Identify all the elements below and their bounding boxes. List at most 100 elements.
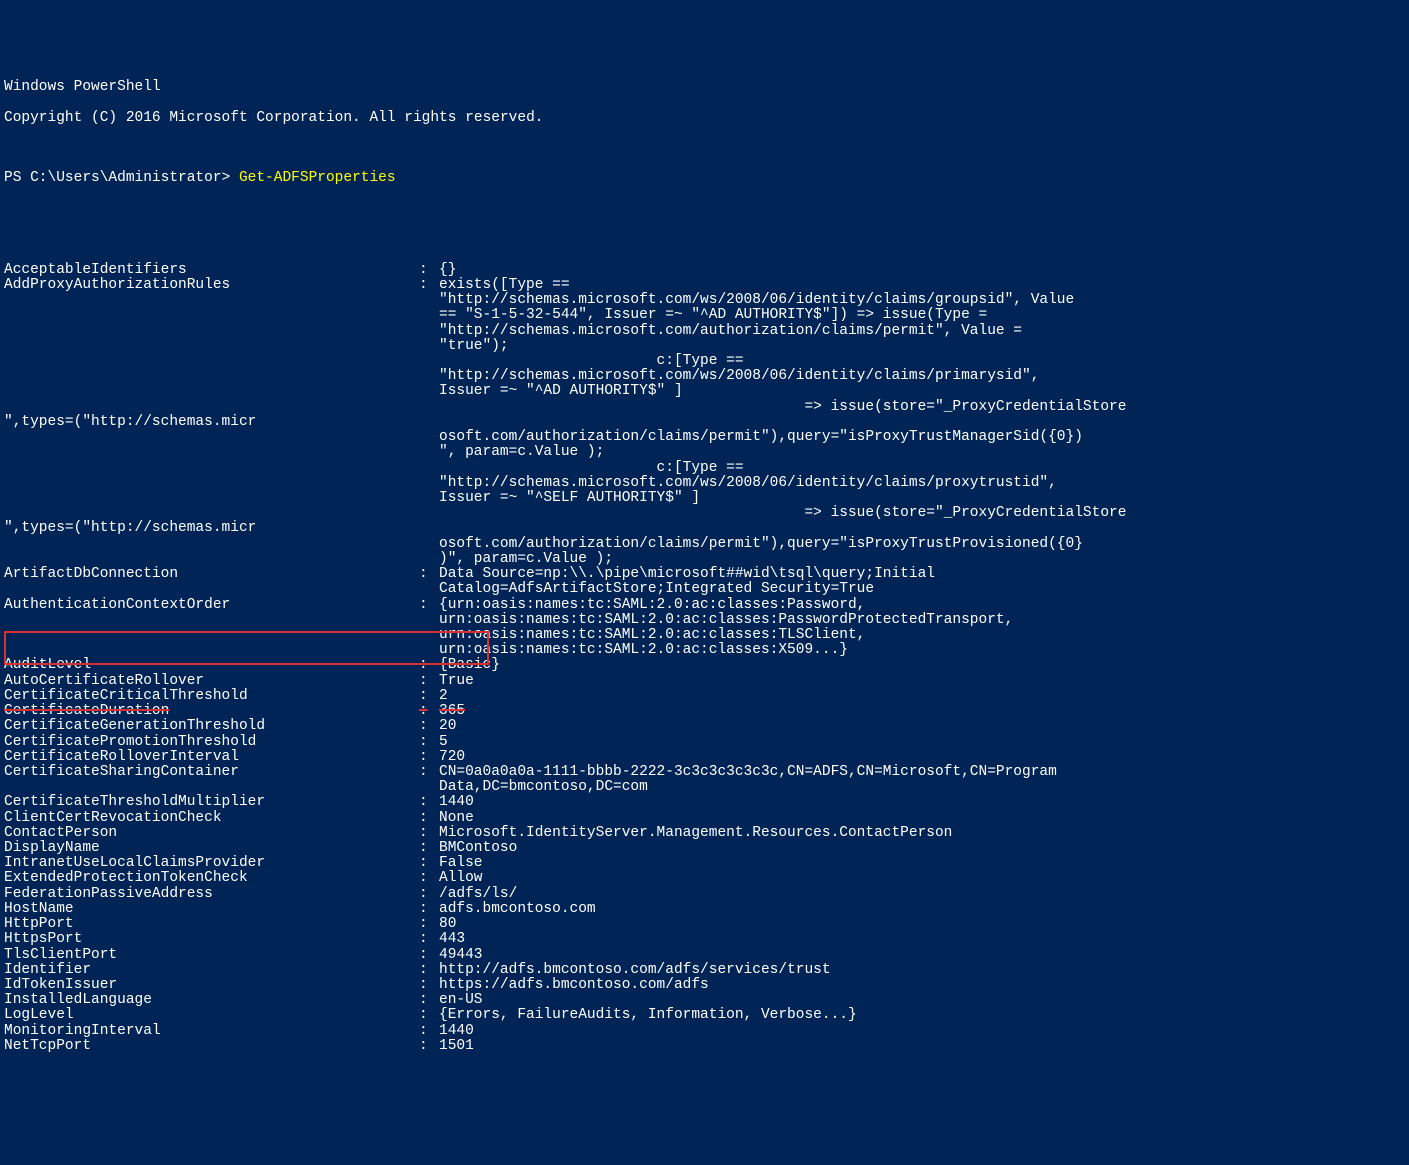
- property-value: )", param=c.Value );: [439, 552, 1405, 567]
- property-row: )", param=c.Value );: [4, 552, 1405, 567]
- property-value: 49443: [439, 948, 1405, 963]
- property-value: Issuer =~ "^SELF AUTHORITY$" ]: [439, 491, 1405, 506]
- property-key: ",types=("http://schemas.micr: [4, 521, 419, 536]
- property-colon: [419, 354, 439, 369]
- properties-list: AcceptableIdentifiers:{}AddProxyAuthoriz…: [4, 263, 1405, 1054]
- property-key: [4, 506, 419, 521]
- property-key: IntranetUseLocalClaimsProvider: [4, 856, 419, 871]
- property-value: http://adfs.bmcontoso.com/adfs/services/…: [439, 963, 1405, 978]
- property-row: IntranetUseLocalClaimsProvider:False: [4, 856, 1405, 871]
- property-value: => issue(store="_ProxyCredentialStore: [439, 506, 1405, 521]
- property-value: [439, 415, 1405, 430]
- property-colon: [419, 582, 439, 597]
- property-value: 2: [439, 689, 1405, 704]
- property-colon: :: [419, 750, 439, 765]
- property-value: 1440: [439, 1024, 1405, 1039]
- property-key: DisplayName: [4, 841, 419, 856]
- property-row: ExtendedProtectionTokenCheck:Allow: [4, 871, 1405, 886]
- property-row: CertificateDuration:365: [4, 704, 1405, 719]
- property-value: Data Source=np:\\.\pipe\microsoft##wid\t…: [439, 567, 1405, 582]
- property-colon: :: [419, 826, 439, 841]
- property-key: ",types=("http://schemas.micr: [4, 415, 419, 430]
- property-value: 20: [439, 719, 1405, 734]
- property-row: AddProxyAuthorizationRules:exists([Type …: [4, 278, 1405, 293]
- property-key: CertificateGenerationThreshold: [4, 719, 419, 734]
- property-value: {}: [439, 263, 1405, 278]
- property-colon: :: [419, 1039, 439, 1054]
- property-row: ContactPerson:Microsoft.IdentityServer.M…: [4, 826, 1405, 841]
- property-colon: [419, 384, 439, 399]
- property-key: HostName: [4, 902, 419, 917]
- property-value: "http://schemas.microsoft.com/ws/2008/06…: [439, 369, 1405, 384]
- property-colon: :: [419, 932, 439, 947]
- property-row: urn:oasis:names:tc:SAML:2.0:ac:classes:T…: [4, 628, 1405, 643]
- property-row: InstalledLanguage:en-US: [4, 993, 1405, 1008]
- property-colon: [419, 491, 439, 506]
- property-key: [4, 293, 419, 308]
- property-key: [4, 308, 419, 323]
- property-row: ArtifactDbConnection:Data Source=np:\\.\…: [4, 567, 1405, 582]
- property-value: "true");: [439, 339, 1405, 354]
- prompt-line[interactable]: PS C:\Users\Administrator> Get-ADFSPrope…: [4, 171, 1405, 186]
- property-value: BMContoso: [439, 841, 1405, 856]
- property-key: HttpPort: [4, 917, 419, 932]
- property-key: CertificateCriticalThreshold: [4, 689, 419, 704]
- property-colon: :: [419, 658, 439, 673]
- property-colon: :: [419, 856, 439, 871]
- property-colon: [419, 628, 439, 643]
- property-row: urn:oasis:names:tc:SAML:2.0:ac:classes:X…: [4, 643, 1405, 658]
- property-key: CertificateSharingContainer: [4, 765, 419, 780]
- property-row: MonitoringInterval:1440: [4, 1024, 1405, 1039]
- property-value: c:[Type ==: [439, 461, 1405, 476]
- property-value: adfs.bmcontoso.com: [439, 902, 1405, 917]
- property-value: urn:oasis:names:tc:SAML:2.0:ac:classes:P…: [439, 613, 1405, 628]
- property-colon: :: [419, 1024, 439, 1039]
- property-value: c:[Type ==: [439, 354, 1405, 369]
- property-value: Issuer =~ "^AD AUTHORITY$" ]: [439, 384, 1405, 399]
- property-value: {Errors, FailureAudits, Information, Ver…: [439, 1008, 1405, 1023]
- property-value: osoft.com/authorization/claims/permit"),…: [439, 430, 1405, 445]
- property-colon: :: [419, 795, 439, 810]
- blank-line: [4, 202, 1405, 217]
- property-colon: :: [419, 871, 439, 886]
- property-colon: :: [419, 567, 439, 582]
- property-colon: [419, 324, 439, 339]
- property-colon: :: [419, 978, 439, 993]
- property-key: [4, 400, 419, 415]
- property-value: Catalog=AdfsArtifactStore;Integrated Sec…: [439, 582, 1405, 597]
- property-row: CertificateThresholdMultiplier:1440: [4, 795, 1405, 810]
- property-key: ArtifactDbConnection: [4, 567, 419, 582]
- property-row: => issue(store="_ProxyCredentialStore: [4, 506, 1405, 521]
- property-row: c:[Type ==: [4, 354, 1405, 369]
- terminal-title: Windows PowerShell: [4, 80, 1405, 95]
- property-colon: :: [419, 902, 439, 917]
- property-key: Identifier: [4, 963, 419, 978]
- property-key: [4, 384, 419, 399]
- property-value: https://adfs.bmcontoso.com/adfs: [439, 978, 1405, 993]
- property-colon: :: [419, 917, 439, 932]
- property-row: HostName:adfs.bmcontoso.com: [4, 902, 1405, 917]
- property-value: {Basic}: [439, 658, 1405, 673]
- property-colon: :: [419, 841, 439, 856]
- property-value: None: [439, 811, 1405, 826]
- property-row: AcceptableIdentifiers:{}: [4, 263, 1405, 278]
- property-row: LogLevel:{Errors, FailureAudits, Informa…: [4, 1008, 1405, 1023]
- property-row: osoft.com/authorization/claims/permit"),…: [4, 537, 1405, 552]
- property-row: ", param=c.Value );: [4, 445, 1405, 460]
- property-key: [4, 354, 419, 369]
- property-value: exists([Type ==: [439, 278, 1405, 293]
- property-colon: :: [419, 278, 439, 293]
- property-key: [4, 476, 419, 491]
- property-row: AutoCertificateRollover:True: [4, 674, 1405, 689]
- property-key: ExtendedProtectionTokenCheck: [4, 871, 419, 886]
- property-key: ContactPerson: [4, 826, 419, 841]
- property-key: AuthenticationContextOrder: [4, 598, 419, 613]
- property-colon: :: [419, 674, 439, 689]
- property-colon: :: [419, 948, 439, 963]
- property-row: CertificateRolloverInterval:720: [4, 750, 1405, 765]
- property-key: AuditLevel: [4, 658, 419, 673]
- property-colon: [419, 430, 439, 445]
- property-value: 365: [439, 704, 1405, 719]
- property-row: CertificateSharingContainer:CN=0a0a0a0a-…: [4, 765, 1405, 780]
- property-value: 5: [439, 735, 1405, 750]
